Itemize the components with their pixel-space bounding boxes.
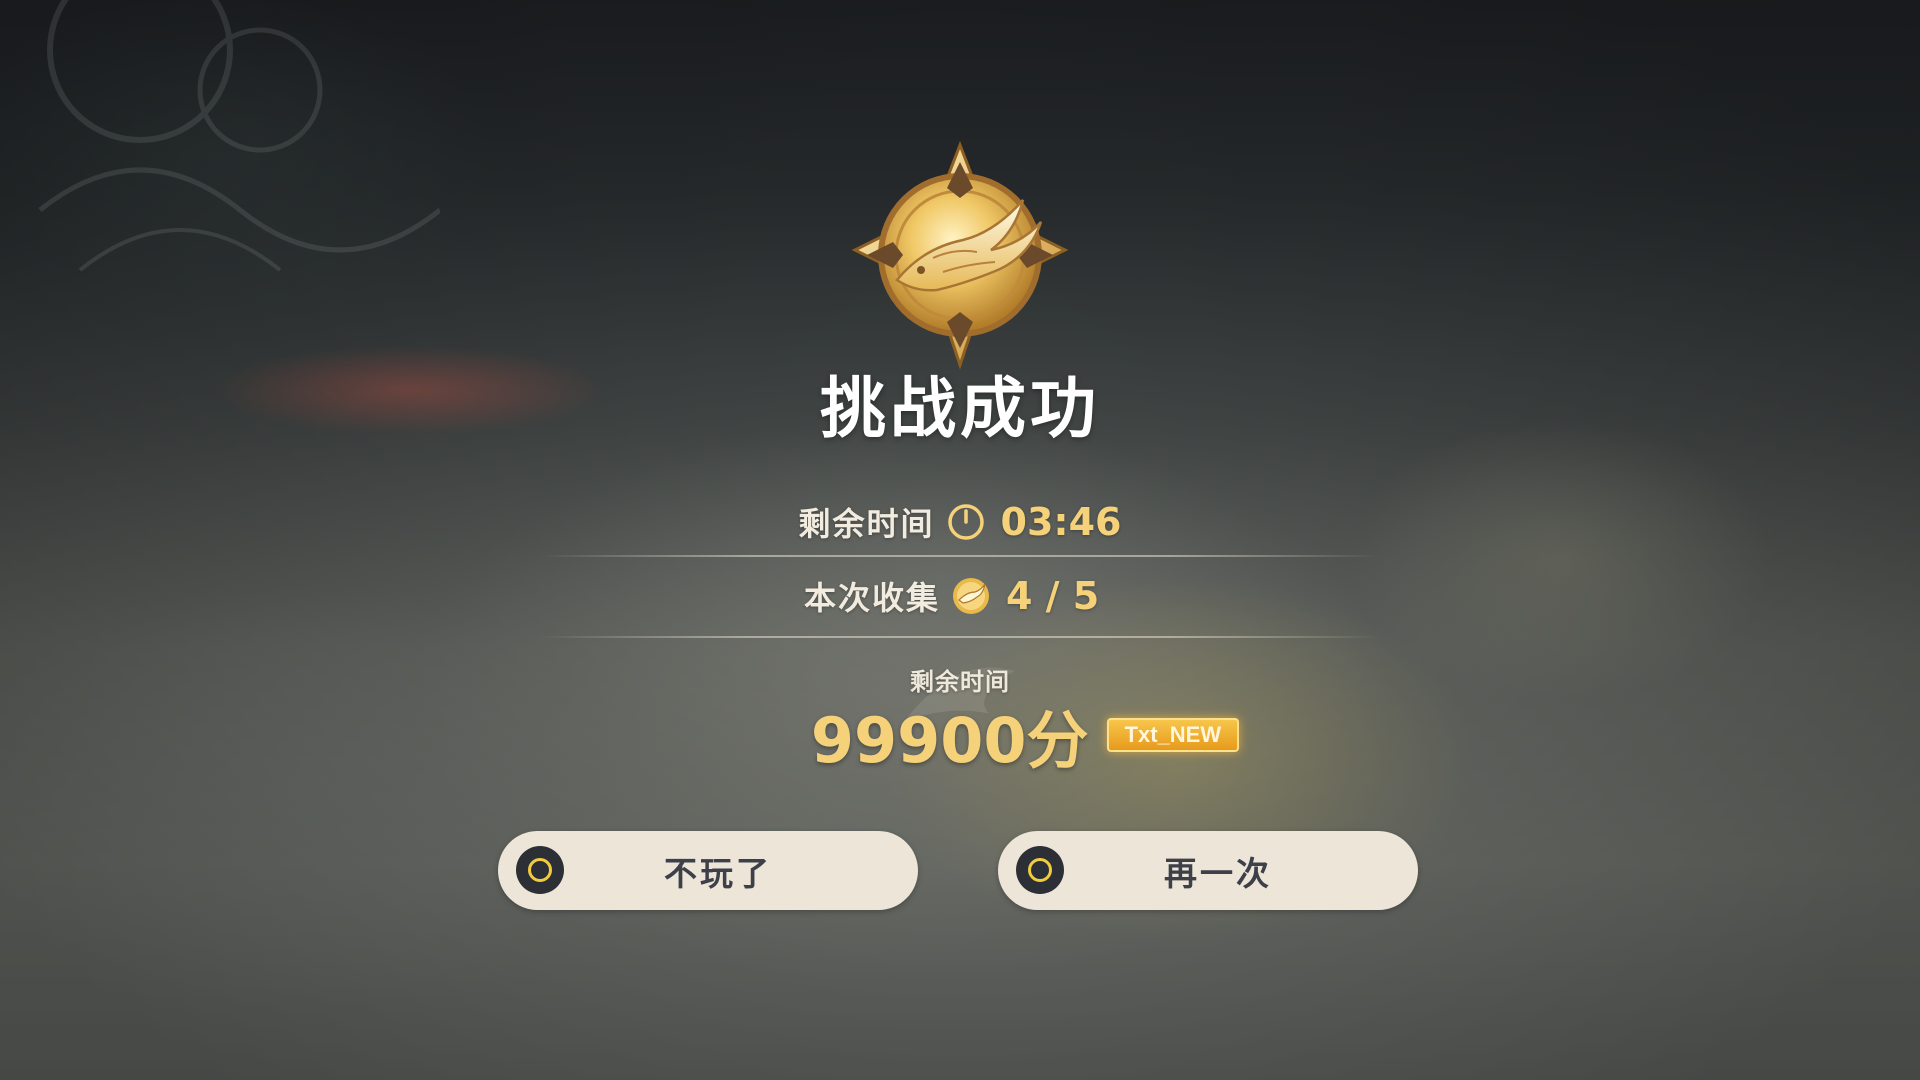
key-ring [528,858,552,882]
collected-row: 本次收集 4 / 5 [0,566,1920,626]
score-value: 99900分 [810,704,1089,777]
collected-label: 本次收集 [803,579,940,617]
retry-button[interactable]: 再一次 [998,831,1418,910]
divider [540,555,1380,557]
time-remaining-label: 剩余时间 [798,505,935,543]
divider [540,636,1380,638]
score-row: 99900分 Txt_NEW [0,700,1920,777]
controller-circle-button-icon [1016,846,1064,894]
bird-coin-icon [950,575,992,617]
time-remaining-value: 03:46 [1000,500,1122,544]
controller-circle-button-icon [516,846,564,894]
game-result-screen: 挑战成功 剩余时间 03:46 本次收集 4 / 5 剩余时间 99900分 T… [0,0,1920,1080]
result-title: 挑战成功 [820,370,1100,447]
time-remaining-row: 剩余时间 03:46 [0,492,1920,552]
golden-bird-emblem-icon [851,140,1069,370]
clock-icon [945,501,987,543]
key-ring [1028,858,1052,882]
decorative-pattern-icon [38,0,440,272]
new-record-badge: Txt_NEW [1106,718,1240,752]
time-remaining-group: 剩余时间 03:46 [799,499,1122,545]
quit-button[interactable]: 不玩了 [498,831,918,910]
collected-group: 本次收集 4 / 5 [804,573,1116,619]
collected-value: 4 / 5 [1006,574,1100,618]
